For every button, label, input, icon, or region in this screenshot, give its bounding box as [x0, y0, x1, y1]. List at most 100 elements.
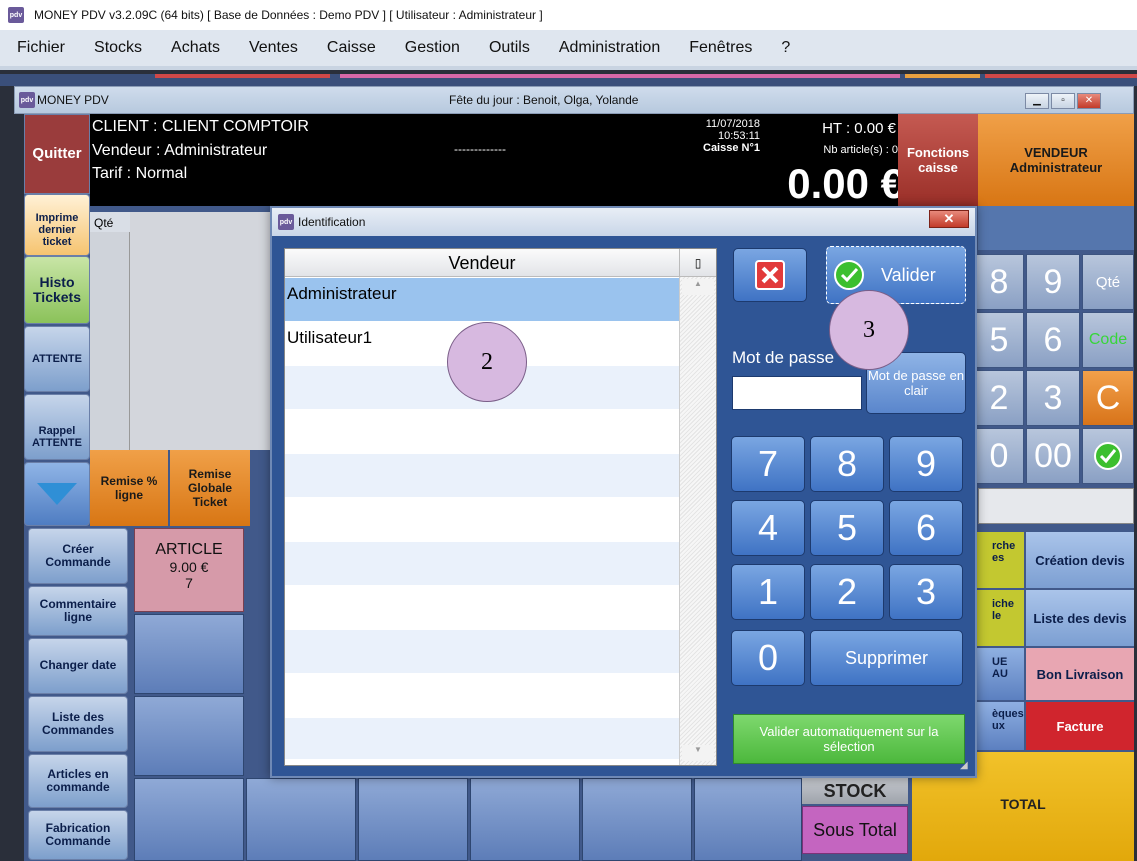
bon-livraison-button[interactable]: Bon Livraison — [1026, 648, 1134, 700]
menu-stocks[interactable]: Stocks — [94, 39, 142, 57]
key-5[interactable]: 5 — [974, 312, 1024, 368]
menu-gestion[interactable]: Gestion — [405, 39, 460, 57]
key-00[interactable]: 00 — [1026, 428, 1080, 484]
total-amount: 0.00 € — [787, 160, 904, 207]
numpad-5[interactable]: 5 — [810, 500, 884, 556]
numpad-8[interactable]: 8 — [810, 436, 884, 492]
menu-bar: Fichier Stocks Achats Ventes Caisse Gest… — [0, 30, 1137, 70]
dashes: ------------- — [454, 142, 506, 156]
imprime-dernier-ticket-button[interactable]: Imprime dernier ticket — [24, 194, 90, 256]
attente-button[interactable]: ATTENTE — [24, 326, 90, 392]
fabrication-commande-button[interactable]: Fabrication Commande — [28, 810, 128, 860]
article-slot[interactable] — [134, 778, 244, 861]
menu-administration[interactable]: Administration — [559, 39, 660, 57]
numpad-6[interactable]: 6 — [889, 500, 963, 556]
list-item-empty — [285, 542, 679, 586]
creation-devis-button[interactable]: Création devis — [1026, 532, 1134, 588]
key-qte[interactable]: Qté — [1082, 254, 1134, 310]
list-item-empty — [285, 718, 679, 760]
rappel-attente-button[interactable]: Rappel ATTENTE — [24, 394, 90, 460]
close-window-button[interactable]: ✕ — [1077, 93, 1101, 109]
article-slot[interactable] — [246, 778, 356, 861]
list-item-empty — [285, 674, 679, 718]
list-item[interactable]: Administrateur — [285, 278, 679, 322]
minimize-button[interactable]: ▁ — [1025, 93, 1049, 109]
remise-globale-button[interactable]: Remise Globale Ticket — [170, 450, 250, 526]
app-titlebar: pdv MONEY PDV v3.2.09C (64 bits) [ Base … — [0, 0, 1137, 30]
numpad-3[interactable]: 3 — [889, 564, 963, 620]
commentaire-ligne-button[interactable]: Commentaire ligne — [28, 586, 128, 636]
quitter-button[interactable]: Quitter — [24, 114, 90, 194]
article-slot[interactable] — [134, 696, 244, 776]
ht-label: HT : 0.00 € — [822, 120, 896, 137]
remise-ligne-button[interactable]: Remise % ligne — [90, 450, 168, 526]
liste-devis-button[interactable]: Liste des devis — [1026, 590, 1134, 646]
numpad-2[interactable]: 2 — [810, 564, 884, 620]
key-9[interactable]: 9 — [1026, 254, 1080, 310]
menu-caisse[interactable]: Caisse — [327, 39, 376, 57]
articles-en-commande-button[interactable]: Articles en commande — [28, 754, 128, 808]
menu-help[interactable]: ? — [781, 39, 790, 57]
inner-window-titlebar: pdv MONEY PDV Fête du jour : Benoit, Olg… — [14, 86, 1134, 114]
list-item-empty — [285, 630, 679, 674]
vendeur-label: Vendeur : Administrateur — [92, 142, 268, 159]
vertical-scrollbar[interactable]: ▲ ▼ — [679, 277, 716, 765]
client-label: CLIENT : CLIENT COMPTOIR — [92, 118, 309, 135]
dialog-title: Identification — [298, 215, 366, 229]
numpad-1[interactable]: 1 — [731, 564, 805, 620]
numpad-9[interactable]: 9 — [889, 436, 963, 492]
histo-tickets-button[interactable]: Histo Tickets — [24, 256, 90, 324]
supprimer-button[interactable]: Supprimer — [810, 630, 963, 686]
key-2[interactable]: 2 — [974, 370, 1024, 426]
vendeur-column-header[interactable]: Vendeur — [285, 249, 679, 277]
right-input[interactable] — [978, 488, 1134, 524]
facture-button[interactable]: Facture — [1026, 702, 1134, 750]
column-chooser-icon[interactable]: ▯ — [679, 249, 716, 277]
annotation-circle-2: 2 — [447, 322, 527, 402]
key-ok[interactable] — [1082, 428, 1134, 484]
article-slot[interactable] — [134, 614, 244, 694]
menu-fichier[interactable]: Fichier — [17, 39, 65, 57]
valider-automatiquement-button[interactable]: Valider automatiquement sur la sélection — [733, 714, 965, 764]
scroll-down-button[interactable] — [24, 462, 90, 526]
changer-date-button[interactable]: Changer date — [28, 638, 128, 694]
maximize-button[interactable]: ▫ — [1051, 93, 1075, 109]
app-logo-icon: pdv — [8, 7, 24, 23]
key-8[interactable]: 8 — [974, 254, 1024, 310]
menu-outils[interactable]: Outils — [489, 39, 530, 57]
liste-commandes-button[interactable]: Liste des Commandes — [28, 696, 128, 752]
dialog-close-button[interactable]: ✕ — [929, 210, 969, 228]
ticket-lines-area — [130, 212, 270, 450]
menu-fenetres[interactable]: Fenêtres — [689, 39, 752, 57]
scroll-up-icon[interactable]: ▲ — [682, 279, 714, 295]
nb-articles: Nb article(s) : 0 — [823, 144, 898, 156]
menu-achats[interactable]: Achats — [171, 39, 220, 57]
article-slot[interactable] — [694, 778, 802, 861]
article-slot[interactable] — [582, 778, 692, 861]
menu-ventes[interactable]: Ventes — [249, 39, 298, 57]
fonctions-caisse-button[interactable]: Fonctions caisse — [898, 114, 978, 206]
numpad-4[interactable]: 4 — [731, 500, 805, 556]
ticket-header: CLIENT : CLIENT COMPTOIR Vendeur : Admin… — [90, 114, 904, 207]
sous-total-button[interactable]: Sous Total — [802, 806, 908, 854]
scroll-down-icon[interactable]: ▼ — [682, 745, 714, 761]
resize-grip-icon[interactable]: ◢ — [960, 760, 974, 774]
key-clear[interactable]: C — [1082, 370, 1134, 426]
key-6[interactable]: 6 — [1026, 312, 1080, 368]
key-3[interactable]: 3 — [1026, 370, 1080, 426]
right-strip — [978, 206, 1134, 250]
article-slot[interactable] — [358, 778, 468, 861]
password-input[interactable] — [732, 376, 862, 410]
article-slot[interactable] — [470, 778, 580, 861]
numpad-7[interactable]: 7 — [731, 436, 805, 492]
vendeur-button[interactable]: VENDEUR Administrateur — [978, 114, 1134, 206]
numpad-0[interactable]: 0 — [731, 630, 805, 686]
key-code[interactable]: Code — [1082, 312, 1134, 368]
creer-commande-button[interactable]: Créer Commande — [28, 528, 128, 584]
cancel-button[interactable] — [733, 248, 807, 302]
stock-button[interactable]: STOCK — [802, 778, 908, 804]
list-item-empty — [285, 410, 679, 454]
key-0[interactable]: 0 — [974, 428, 1024, 484]
check-circle-icon — [834, 260, 864, 290]
article-tile[interactable]: ARTICLE 9.00 €7 — [134, 528, 244, 612]
